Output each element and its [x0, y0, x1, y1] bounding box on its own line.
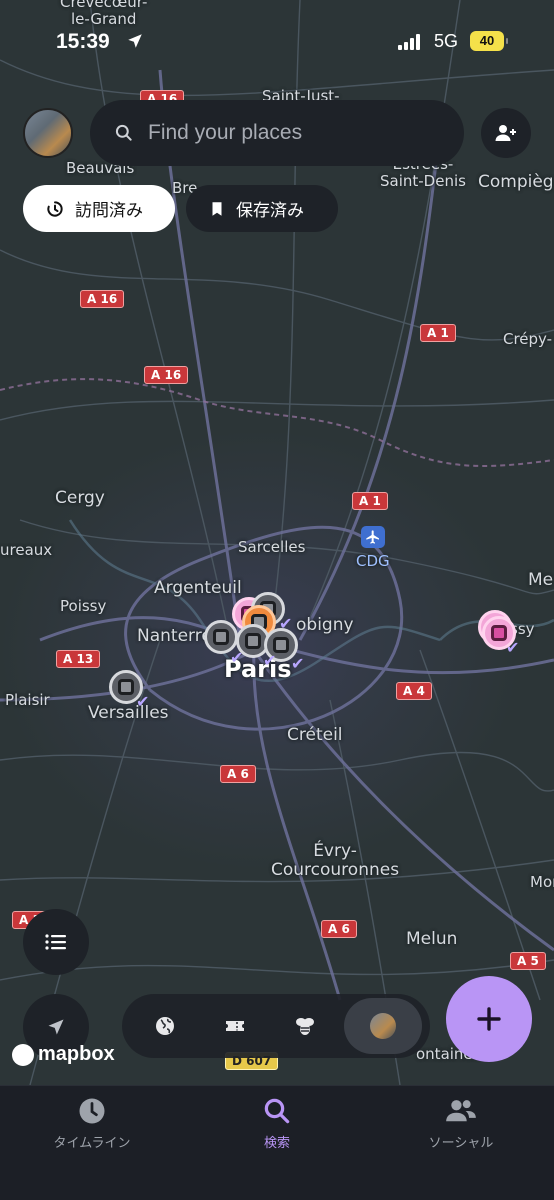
search-icon — [115, 124, 132, 141]
filter-visited-label: 訪問済み — [75, 201, 143, 221]
bee-icon — [296, 1018, 314, 1035]
bottom-tab-bar: タイムライン 検索 ソーシャル — [0, 1085, 554, 1200]
tab-timeline-label: タイムライン — [53, 1136, 131, 1151]
highway-a6: A 6 — [321, 920, 357, 938]
location-arrow-icon — [128, 34, 142, 48]
highway-a1: A 1 — [352, 492, 388, 510]
place-sarcelles: Sarcelles — [238, 538, 306, 556]
history-icon — [47, 200, 63, 217]
clock-icon — [79, 1098, 105, 1124]
highway-a16: A 16 — [144, 366, 189, 384]
highway-a5: A 5 — [510, 952, 546, 970]
mode-events[interactable] — [200, 998, 270, 1054]
add-user-icon — [495, 125, 516, 141]
place-versailles: Versailles — [88, 703, 169, 723]
mapbox-logo-icon — [12, 1043, 34, 1066]
mode-my-map[interactable] — [344, 998, 422, 1054]
place-crepy: Crépy- — [503, 330, 553, 348]
mode-buzz[interactable] — [270, 998, 340, 1054]
mapbox-attribution[interactable]: mapbox — [12, 1043, 115, 1066]
highway-a16: A 16 — [80, 290, 125, 308]
visited-check-icon: ✔ — [291, 654, 305, 673]
list-view-button[interactable] — [23, 909, 89, 975]
highway-a4: A 4 — [396, 682, 432, 700]
filter-saved-label: 保存済み — [236, 201, 304, 221]
add-friend-button[interactable] — [481, 108, 531, 158]
add-place-button[interactable] — [446, 976, 532, 1062]
tab-social-label: ソーシャル — [428, 1136, 494, 1151]
mode-globe[interactable] — [130, 998, 200, 1054]
list-icon — [45, 934, 66, 950]
place-argenteuil: Argenteuil — [154, 578, 242, 598]
search-bar[interactable]: Find your places — [90, 100, 464, 166]
place-poissy: Poissy — [60, 597, 107, 615]
visited-check-icon: ✔ — [230, 648, 244, 667]
profile-avatar[interactable] — [23, 108, 73, 158]
status-time: 15:39 — [56, 30, 110, 53]
filter-visited[interactable]: 訪問済み — [23, 185, 175, 232]
highway-a1: A 1 — [420, 324, 456, 342]
place-cergy: Cergy — [55, 488, 105, 508]
map-mode-bar — [122, 994, 430, 1058]
tab-search-label: 検索 — [263, 1136, 290, 1151]
ticket-icon — [226, 1021, 244, 1031]
visited-check-icon: ✔ — [136, 692, 150, 711]
highway-a13: A 13 — [56, 650, 101, 668]
tab-search[interactable]: 検索 — [217, 1096, 337, 1151]
visited-check-icon: ✔ — [506, 638, 520, 657]
tab-social[interactable]: ソーシャル — [401, 1096, 521, 1151]
place-bobigny: obigny — [296, 615, 354, 635]
place-mor: Mor — [530, 873, 554, 891]
place-nanterre: Nanterre — [137, 626, 212, 646]
mapbox-label: mapbox — [38, 1043, 115, 1065]
airport-icon — [361, 526, 385, 548]
visited-check-icon: ✔ — [263, 651, 277, 670]
mode-avatar — [370, 1013, 396, 1039]
globe-icon — [156, 1017, 174, 1035]
people-icon — [446, 1100, 476, 1122]
filter-saved[interactable]: 保存済み — [186, 185, 338, 232]
search-input[interactable]: Find your places — [148, 121, 302, 145]
tab-timeline[interactable]: タイムライン — [32, 1096, 152, 1151]
navigation-arrow-icon — [48, 1019, 64, 1035]
place-mureaux: ureaux — [0, 541, 53, 559]
place-creteil: Créteil — [287, 725, 343, 745]
highway-a6: A 6 — [220, 765, 256, 783]
bookmark-icon — [212, 201, 222, 216]
place-plaisir: Plaisir — [5, 691, 50, 709]
place-melun: Melun — [406, 929, 458, 949]
place-cdg: CDG — [356, 552, 390, 570]
battery-icon: 40 — [470, 31, 508, 51]
place-evry: Évry- Courcouronnes — [271, 841, 400, 880]
network-type: 5G — [434, 31, 459, 51]
status-bar: 15:39 5G 40 — [0, 0, 554, 80]
signal-icon — [398, 34, 420, 50]
search-icon — [264, 1098, 290, 1124]
place-me: Me — [528, 570, 554, 590]
visited-check-icon: ✔ — [279, 614, 293, 633]
place-compiegne: Compièg — [478, 172, 554, 192]
plus-icon — [477, 1007, 501, 1031]
